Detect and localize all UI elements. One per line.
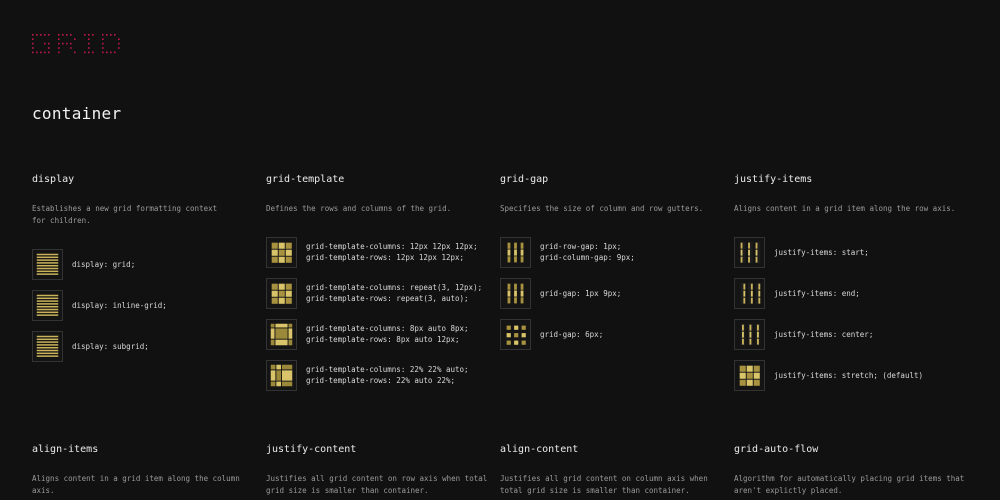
prop-description: Defines the rows and columns of the grid…: [266, 204, 452, 213]
example-code: justify-items: center;: [774, 329, 874, 339]
gap-dots-icon: [500, 318, 531, 350]
example-code: grid-template-columns: 8px auto 8px; gri…: [306, 324, 469, 344]
example-row: display: subgrid;: [32, 330, 262, 362]
prop-title: justify-items: [734, 174, 813, 185]
prop-title: align-content: [500, 444, 579, 455]
example-row: grid-template-columns: 12px 12px 12px; g…: [266, 236, 496, 268]
prop-description: Establishes a new grid formatting contex…: [32, 204, 218, 225]
prop-align-items: align-items Aligns content in a grid ite…: [32, 444, 262, 500]
prop-title: grid-template: [266, 174, 345, 185]
example-row: justify-items: stretch; (default): [734, 359, 964, 391]
example-row: display: inline-grid;: [32, 289, 262, 321]
grid-3x3-icon: [734, 359, 765, 391]
prop-description: Aligns content in a grid item along the …: [734, 204, 956, 213]
example-code: grid-template-columns: 12px 12px 12px; g…: [306, 242, 478, 262]
example-code: display: inline-grid;: [72, 300, 167, 310]
lines-icon: [32, 330, 63, 362]
grid-3x3-icon: [266, 277, 297, 309]
prop-grid-template: grid-template Defines the rows and colum…: [266, 174, 496, 400]
example-row: grid-gap: 6px;: [500, 318, 730, 350]
prop-description: Aligns content in a grid item along the …: [32, 474, 240, 495]
example-row: grid-template-columns: 22% 22% auto; gri…: [266, 359, 496, 391]
prop-description: Specifies the size of column and row gut…: [500, 204, 704, 213]
prop-description: Algorithm for automatically placing grid…: [734, 474, 965, 495]
prop-justify-content: justify-content Justifies all grid conte…: [266, 444, 496, 500]
prop-grid-auto-flow: grid-auto-flow Algorithm for automatical…: [734, 444, 964, 500]
example-code: display: grid;: [72, 259, 136, 269]
grid-logo-icon: [32, 34, 120, 54]
prop-description: Justifies all grid content on column axi…: [500, 474, 708, 495]
gap-cols-icon: [500, 236, 531, 268]
grid-3x3-icon: [266, 236, 297, 268]
prop-title: grid-auto-flow: [734, 444, 819, 455]
example-code: grid-gap: 1px 9px;: [540, 288, 622, 298]
lines-icon: [32, 248, 63, 280]
grid-wide-icon: [266, 318, 297, 350]
grid-pct-icon: [266, 359, 297, 391]
prop-align-content: align-content Justifies all grid content…: [500, 444, 730, 500]
prop-grid-gap: grid-gap Specifies the size of column an…: [500, 174, 730, 359]
lines-icon: [32, 289, 63, 321]
example-code: display: subgrid;: [72, 341, 149, 351]
grid-logo: [32, 34, 128, 56]
prop-title: justify-content: [266, 444, 357, 455]
justify-center-icon: [734, 318, 765, 350]
example-code: justify-items: end;: [774, 288, 860, 298]
example-row: justify-items: end;: [734, 277, 964, 309]
example-code: justify-items: stretch; (default): [774, 370, 924, 380]
section-title: container: [32, 104, 122, 123]
prop-title: align-items: [32, 444, 99, 455]
example-row: grid-row-gap: 1px; grid-column-gap: 9px;: [500, 236, 730, 268]
example-row: display: grid;: [32, 248, 262, 280]
example-code: justify-items: start;: [774, 247, 869, 257]
gap-cols-icon: [500, 277, 531, 309]
prop-justify-items: justify-items Aligns content in a grid i…: [734, 174, 964, 400]
example-row: grid-template-columns: repeat(3, 12px); …: [266, 277, 496, 309]
prop-title: display: [32, 174, 75, 185]
prop-display: display Establishes a new grid formattin…: [32, 174, 262, 371]
example-row: grid-template-columns: 8px auto 8px; gri…: [266, 318, 496, 350]
example-row: justify-items: center;: [734, 318, 964, 350]
prop-title: grid-gap: [500, 174, 549, 185]
example-row: justify-items: start;: [734, 236, 964, 268]
example-code: grid-gap: 6px;: [540, 329, 604, 339]
justify-start-icon: [734, 236, 765, 268]
justify-end-icon: [734, 277, 765, 309]
example-code: grid-template-columns: repeat(3, 12px); …: [306, 283, 483, 303]
example-code: grid-template-columns: 22% 22% auto; gri…: [306, 365, 469, 385]
example-code: grid-row-gap: 1px; grid-column-gap: 9px;: [540, 242, 635, 262]
page: container display Establishes a new grid…: [0, 0, 1000, 500]
prop-description: Justifies all grid content on row axis w…: [266, 474, 488, 495]
example-row: grid-gap: 1px 9px;: [500, 277, 730, 309]
